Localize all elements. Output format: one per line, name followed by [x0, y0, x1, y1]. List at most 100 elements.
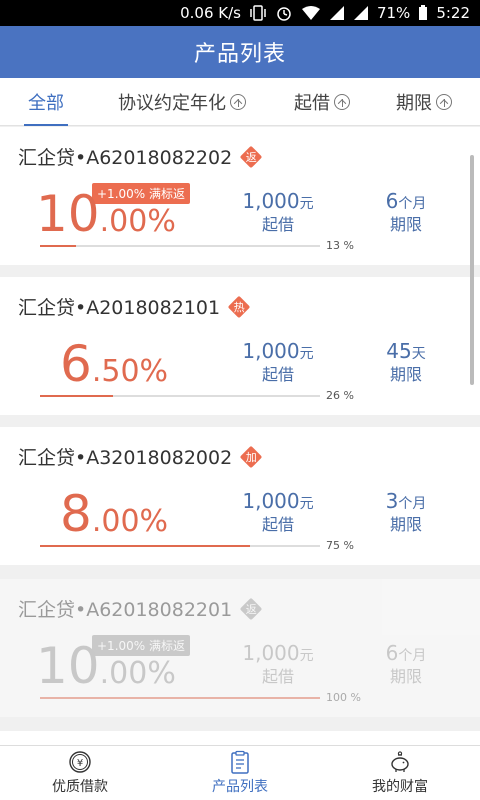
loan-term: 6个月期限 — [378, 189, 434, 235]
term-label: 期限 — [389, 365, 422, 384]
product-name: 汇企贷•A2018082101 — [18, 297, 221, 319]
tag-badge: 加 — [239, 445, 263, 468]
tag-badge: 热 — [227, 295, 251, 318]
piggy-bank-icon — [391, 751, 409, 772]
scrollbar[interactable] — [470, 155, 474, 385]
product-title: 汇企贷•A62018082201 返 — [18, 595, 263, 622]
svg-text:¥: ¥ — [77, 758, 83, 769]
rate-decimal: 00% — [109, 204, 176, 239]
min-amount: 1,000元 起借 — [240, 189, 316, 235]
progress-bar — [40, 245, 320, 247]
filter-all-label: 全部 — [28, 93, 64, 114]
clipboard-icon — [231, 750, 249, 774]
amount-label: 起借 — [261, 667, 294, 686]
nav-quality-loans[interactable]: ¥ 优质借款 — [0, 746, 160, 800]
loan-term: 3个月期限 — [378, 489, 434, 535]
progress-text: 26 % — [326, 389, 354, 402]
loan-term: 6个月期限 — [378, 641, 434, 687]
sort-up-icon — [436, 94, 452, 110]
product-title: 汇企贷•A2018082101 热 — [18, 293, 251, 320]
progress-bar — [40, 697, 320, 699]
filter-min-amount[interactable]: 起借 — [294, 78, 350, 126]
term-unit: 个月 — [398, 196, 427, 212]
vibrate-icon — [250, 5, 266, 21]
term-unit: 个月 — [398, 648, 427, 664]
progress-text: 75 % — [326, 539, 354, 552]
term-value: 6 — [385, 189, 399, 213]
amount-value: 1,000 — [242, 641, 300, 665]
sort-up-icon — [230, 94, 246, 110]
amount-unit: 元 — [299, 196, 314, 212]
nav-my-wealth-label: 我的财富 — [372, 779, 428, 795]
product-name: 汇企贷•A62018082202 — [18, 147, 233, 169]
product-card[interactable]: 汇企贷•A2018082101 热 6.50% 1,000元 起借 45天期限 2… — [0, 277, 480, 415]
term-value: 45 — [386, 339, 412, 363]
tag-text: 加 — [245, 450, 257, 464]
battery-icon — [419, 5, 428, 20]
product-title: 汇企贷•A32018082002 加 — [18, 443, 263, 470]
alarm-icon — [277, 7, 291, 21]
app-bar: 产品列表 — [0, 26, 480, 78]
nav-my-wealth[interactable]: 我的财富 — [320, 746, 480, 800]
progress-fill — [40, 245, 77, 247]
amount-value: 1,000 — [242, 339, 300, 363]
amount-value: 1,000 — [242, 489, 300, 513]
rate-decimal: 00% — [101, 504, 169, 539]
amount-label: 起借 — [261, 515, 294, 534]
annual-rate: 6.50% — [60, 335, 169, 393]
rate-decimal: 00% — [109, 656, 176, 691]
nav-product-list[interactable]: 产品列表 — [160, 746, 320, 800]
tag-badge: 返 — [239, 145, 263, 168]
amount-unit: 元 — [299, 648, 314, 664]
product-name: 汇企贷•A62018082201 — [18, 599, 233, 621]
rate-integer: 10 — [36, 637, 100, 695]
amount-label: 起借 — [261, 365, 294, 384]
filter-all[interactable]: 全部 — [24, 78, 68, 126]
term-label: 期限 — [389, 215, 422, 234]
yuan-coin-icon: ¥ — [69, 751, 91, 773]
clock: 5:22 — [436, 4, 470, 22]
network-speed: 0.06 K/s — [180, 4, 241, 22]
progress-fill — [40, 697, 320, 699]
amount-label: 起借 — [261, 215, 294, 234]
product-card[interactable]: 汇企贷•A62018082201 返 +1.00% 满标返 10.00% 1,0… — [0, 579, 480, 717]
filter-term[interactable]: 期限 — [396, 78, 452, 126]
progress-fill — [40, 545, 250, 547]
status-bar: 0.06 K/s 71% 5:22 — [0, 0, 480, 26]
tag-text: 热 — [233, 300, 245, 314]
rate-integer: 6 — [60, 335, 92, 393]
progress-bar — [40, 395, 320, 397]
tag-badge: 返 — [239, 597, 263, 620]
term-unit: 天 — [411, 346, 426, 362]
filter-rate-label: 协议约定年化 — [118, 93, 226, 114]
annual-rate: 10.00% — [36, 185, 176, 243]
signal-icon — [329, 6, 344, 20]
term-label: 期限 — [389, 515, 422, 534]
loan-term: 45天期限 — [378, 339, 434, 385]
amount-unit: 元 — [299, 346, 314, 362]
filter-rate[interactable]: 协议约定年化 — [118, 78, 246, 126]
term-value: 6 — [385, 641, 399, 665]
tag-text: 返 — [245, 150, 257, 164]
progress-fill — [40, 395, 113, 397]
progress-bar — [40, 545, 320, 547]
term-label: 期限 — [389, 667, 422, 686]
product-card-partial — [0, 731, 480, 745]
product-card[interactable]: 汇企贷•A62018082202 返 +1.00% 满标返 10.00% 1,0… — [0, 127, 480, 265]
annual-rate: 8.00% — [60, 485, 169, 543]
amount-value: 1,000 — [242, 189, 300, 213]
term-value: 3 — [385, 489, 399, 513]
progress-text: 13 % — [326, 239, 354, 252]
term-unit: 个月 — [398, 496, 427, 512]
sort-up-icon — [334, 94, 350, 110]
page-title: 产品列表 — [193, 42, 286, 67]
product-card[interactable]: 汇企贷•A32018082002 加 8.00% 1,000元 起借 3个月 期限 … — [0, 427, 480, 565]
filter-term-label: 期限 — [396, 93, 432, 114]
min-amount: 1,000元 起借 — [240, 489, 316, 535]
rate-integer: 10 — [36, 185, 100, 243]
bottom-nav: ¥ 优质借款 产品列表 我的财富 — [0, 745, 480, 800]
product-title: 汇企贷•A62018082202 返 — [18, 143, 263, 170]
filter-min-amount-label: 起借 — [294, 93, 330, 114]
wifi-icon — [301, 6, 320, 20]
annual-rate: 10.00% — [36, 637, 176, 695]
